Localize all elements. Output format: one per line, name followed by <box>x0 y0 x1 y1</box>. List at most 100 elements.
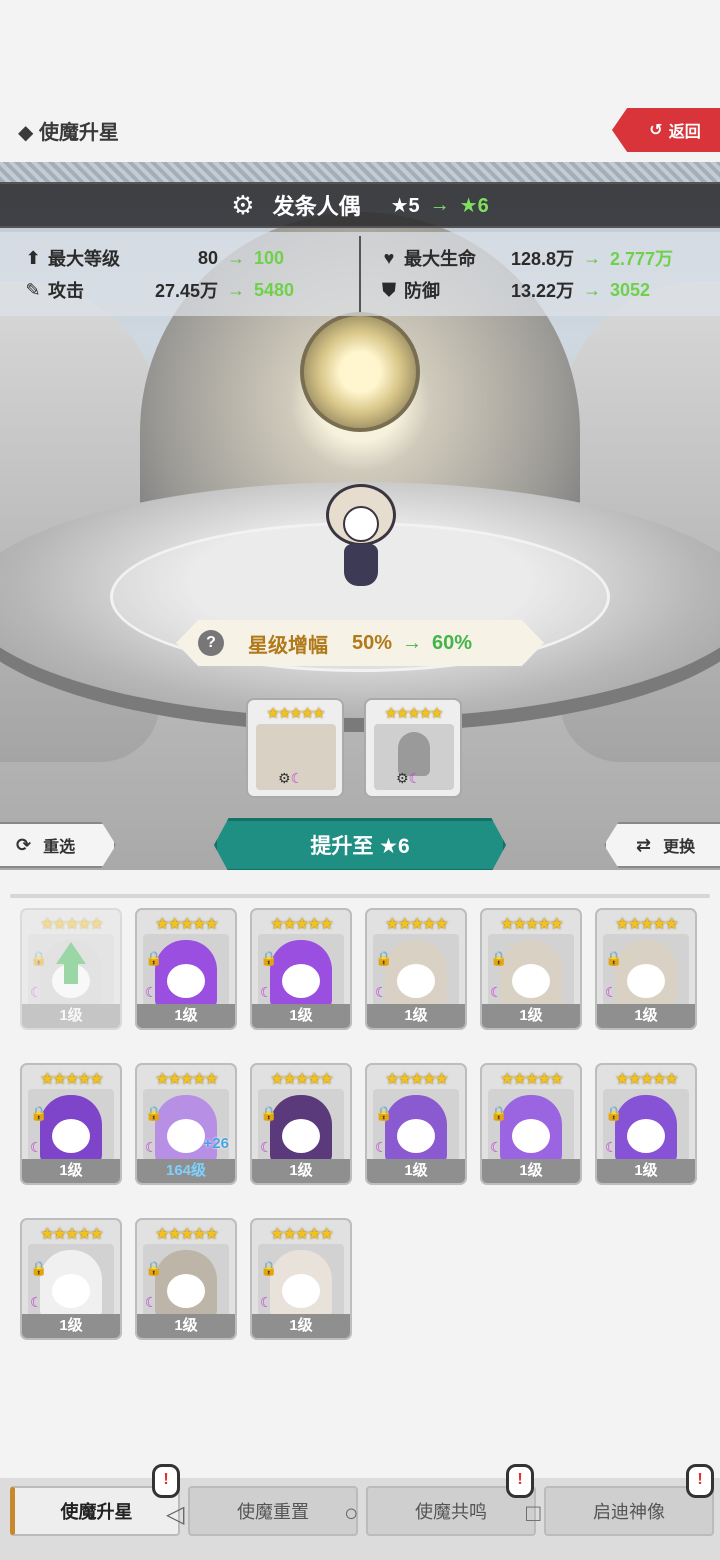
arrow-icon: → <box>227 247 245 268</box>
help-icon[interactable]: ? <box>198 630 224 656</box>
arrow-icon: → <box>402 631 423 654</box>
alert-badge: ! <box>686 1464 714 1498</box>
lock-icon: 🔒 <box>490 1105 508 1121</box>
lock-icon: 🔒 <box>375 950 393 966</box>
return-arrow-icon: ↺ <box>649 122 663 139</box>
element-icon: ☾ <box>260 984 273 1000</box>
card-level: 1级 <box>137 1314 235 1338</box>
statue-emblem <box>300 312 420 432</box>
lock-icon: 🔒 <box>260 950 278 966</box>
alert-badge: ! <box>152 1464 180 1498</box>
card-stars: ★★★★★ <box>155 1071 219 1088</box>
back-label: 返回 <box>668 124 701 141</box>
card-stars: ★★★★★ <box>40 916 104 933</box>
material-inventory: ★★★★★ 🔒 ☾ 1级 ★★★★★ 🔒 ☾ 1级 ★★★★★ 🔒 ☾ 1级 ★★★★★ 🔒 ☾ 1级 ★★★★… <box>0 886 720 1426</box>
portrait-face <box>512 964 550 998</box>
up-arrow-icon: ⬆ <box>25 247 41 268</box>
stat-max-level: ⬆ 最大等级 80 → 100 <box>22 244 284 272</box>
reselect-button[interactable]: ⟳ 重选 <box>0 822 116 868</box>
element-icon: ☾ <box>375 984 388 1000</box>
heart-icon: ♥ <box>383 247 395 268</box>
card-stars: ★★★★★ <box>270 1071 334 1088</box>
material-slot-1[interactable]: ★★★★★ ⚙☾ <box>246 698 344 798</box>
portrait-face <box>167 964 205 998</box>
nav-recents-icon[interactable]: □ <box>526 1500 541 1528</box>
stat-to: 5480 <box>254 279 295 300</box>
amplify-label: 星级增幅 <box>248 634 328 657</box>
material-card[interactable]: ★★★★★ 🔒 ☾ 1级 <box>480 908 582 1030</box>
slot-stars: ★★★★★ <box>384 705 443 722</box>
stat-from: 13.22万 <box>510 281 574 301</box>
amplify-from: 50% <box>352 631 393 654</box>
material-card[interactable]: ★★★★★ 🔒 ☾ 1级 <box>20 908 122 1030</box>
material-card[interactable]: ★★★★★ 🔒 ☾ 1级 <box>135 908 237 1030</box>
portrait-face <box>282 964 320 998</box>
card-stars: ★★★★★ <box>155 916 219 933</box>
material-card[interactable]: ★★★★★ 🔒 ☾ 1级 <box>250 908 352 1030</box>
star-amplify-bar: ? 星级增幅 50% → 60% <box>176 620 544 666</box>
lock-icon: 🔒 <box>490 950 508 966</box>
material-card[interactable]: ★★★★★ 🔒 ☾ 1级 <box>250 1218 352 1340</box>
material-card[interactable]: ★★★★★ 🔒 ☾ 1级 <box>250 1063 352 1185</box>
back-button[interactable]: ↺ 返回 <box>612 108 720 152</box>
page-title: ◆ 使魔升星 <box>18 122 119 144</box>
portrait-face <box>52 1119 90 1153</box>
card-level: 1级 <box>22 1004 120 1028</box>
checker-strip <box>0 162 720 182</box>
material-card[interactable]: ★★★★★ 🔒 ☾ 1级 <box>595 1063 697 1185</box>
stat-label: 防御 <box>404 281 440 301</box>
hero-name: 发条人偶 <box>272 194 361 219</box>
card-stars: ★★★★★ <box>615 916 679 933</box>
arrow-icon: → <box>583 247 601 268</box>
portrait-face <box>167 1119 205 1153</box>
star-to: ★6 <box>459 194 489 217</box>
stat-label: 最大生命 <box>404 249 476 269</box>
element-icon: ☾ <box>145 1139 158 1155</box>
lock-icon: 🔒 <box>30 1260 48 1276</box>
portrait-face <box>282 1274 320 1308</box>
stat-label: 最大等级 <box>48 249 120 269</box>
hero-name-bar: ⚙ 发条人偶 ★5 → ★6 <box>0 182 720 228</box>
stat-from: 27.45万 <box>154 281 218 301</box>
lock-icon: 🔒 <box>145 1260 163 1276</box>
element-icons: ⚙☾ <box>278 770 304 786</box>
material-card[interactable]: ★★★★★ 🔒 ☾ 1级 <box>595 908 697 1030</box>
portrait-face <box>397 964 435 998</box>
card-level: 1级 <box>482 1159 580 1183</box>
element-icon: ☾ <box>375 1139 388 1155</box>
swap-label: 更换 <box>663 839 696 856</box>
element-icon: ☾ <box>605 984 618 1000</box>
shield-icon: ⛊ <box>382 279 396 300</box>
material-card[interactable]: ★★★★★ 🔒 ☾ 1级 <box>20 1218 122 1340</box>
portrait-face <box>627 964 665 998</box>
card-level: 1级 <box>597 1004 695 1028</box>
tab-reset[interactable]: 使魔重置 <box>188 1486 358 1536</box>
material-card[interactable]: ★★★★★ 🔒 ☾ 1级 <box>20 1063 122 1185</box>
card-level: 1级 <box>252 1314 350 1338</box>
stat-to: 3052 <box>610 279 651 300</box>
lock-icon: 🔒 <box>30 950 48 966</box>
lock-icon: 🔒 <box>145 950 163 966</box>
material-card[interactable]: ★★★★★ 🔒 ☾ 164级 +26 <box>135 1063 237 1185</box>
upgrade-button[interactable]: 提升至 ★6 <box>214 818 506 870</box>
nav-home-icon[interactable]: ○ <box>344 1500 359 1528</box>
element-icon: ☾ <box>145 1294 158 1310</box>
stat-from: 80 <box>197 247 218 268</box>
material-card[interactable]: ★★★★★ 🔒 ☾ 1级 <box>365 1063 467 1185</box>
lock-icon: 🔒 <box>145 1105 163 1121</box>
card-level: 1级 <box>22 1159 120 1183</box>
refresh-icon: ⟳ <box>16 834 32 855</box>
material-card[interactable]: ★★★★★ 🔒 ☾ 1级 <box>480 1063 582 1185</box>
card-level: 1级 <box>367 1004 465 1028</box>
lock-icon: 🔒 <box>605 1105 623 1121</box>
alert-badge: ! <box>506 1464 534 1498</box>
swap-button[interactable]: ⇄ 更换 <box>604 822 720 868</box>
material-slot-2[interactable]: ★★★★★ ⚙☾ <box>364 698 462 798</box>
arrow-icon: → <box>583 279 601 300</box>
arrow-icon: → <box>227 279 245 300</box>
card-level: 1级 <box>252 1159 350 1183</box>
material-card[interactable]: ★★★★★ 🔒 ☾ 1级 <box>135 1218 237 1340</box>
material-card[interactable]: ★★★★★ 🔒 ☾ 1级 <box>365 908 467 1030</box>
nav-back-icon[interactable]: ◁ <box>166 1500 184 1529</box>
card-stars: ★★★★★ <box>500 1071 564 1088</box>
